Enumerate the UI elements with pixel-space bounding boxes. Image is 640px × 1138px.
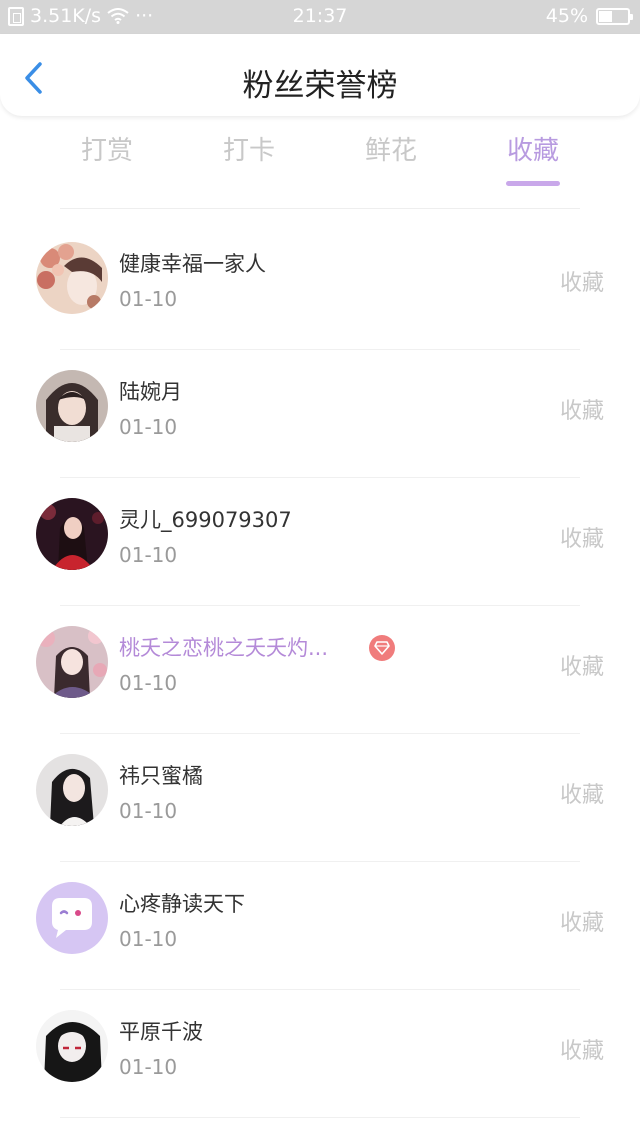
list-item[interactable]: 灵儿_699079307 01-10 收藏 [0,478,640,606]
fan-date: 01-10 [119,927,178,951]
favorite-label: 收藏 [559,399,604,424]
fan-date: 01-10 [119,1055,178,1079]
list-item[interactable]: 健康幸福一家人 01-10 收藏 [0,222,640,350]
list-item[interactable]: 祎只蜜橘 01-10 收藏 [0,734,640,862]
avatar-blossom-portrait [36,626,108,698]
favorite-label: 收藏 [559,911,604,936]
tab-flowers[interactable]: 鲜花 [320,130,462,167]
favorite-label: 收藏 [559,527,604,552]
list-item[interactable]: 心疼静读天下 01-10 收藏 [0,862,640,990]
fan-name: 心疼静读天下 [119,892,245,916]
fan-date: 01-10 [119,671,178,695]
list-item[interactable]: 平原千波 01-10 收藏 [0,990,640,1118]
divider [60,1117,580,1118]
avatar-floral-portrait [36,242,108,314]
list-item[interactable]: 陆婉月 01-10 收藏 [0,350,640,478]
vip-badge [369,635,395,661]
fan-name: 陆婉月 [119,380,182,404]
fan-name: 灵儿_699079307 [119,508,292,532]
favorite-label: 收藏 [559,655,604,680]
tab-checkin[interactable]: 打卡 [178,130,320,167]
list-item[interactable]: 桃夭之恋桃之夭夭灼... 01-10 收藏 [0,606,640,734]
tab-tips[interactable]: 打赏 [36,130,178,167]
avatar-default-chat [36,882,108,954]
active-tab-indicator [506,181,560,186]
favorite-label: 收藏 [559,783,604,808]
battery-icon [596,7,633,25]
nav-header: 粉丝荣誉榜 [0,34,640,116]
avatar-red-dress-portrait [36,498,108,570]
tab-favorites[interactable]: 收藏 [462,130,604,167]
battery-percent: 45% [545,5,588,27]
avatar-girl-portrait [36,370,108,442]
fan-name: 桃夭之恋桃之夭夭灼... [119,636,329,660]
avatar-dark-hair-portrait [36,754,108,826]
fan-name: 平原千波 [119,1020,203,1044]
avatar-anime-portrait [36,1010,108,1082]
divider [60,208,580,209]
page-title: 粉丝荣誉榜 [242,68,398,104]
fan-date: 01-10 [119,287,178,311]
fan-date: 01-10 [119,799,178,823]
favorite-label: 收藏 [559,1039,604,1064]
fan-name: 祎只蜜橘 [119,764,203,788]
fan-date: 01-10 [119,543,178,567]
fan-name: 健康幸福一家人 [119,252,266,276]
status-bar: 3.51K/s ··· 21:37 45% [0,0,640,34]
favorite-label: 收藏 [559,271,604,296]
clock: 21:37 [292,5,348,27]
tab-bar: 打赏 打卡 鲜花 收藏 [0,130,640,190]
status-right: 45% [545,5,633,27]
fan-date: 01-10 [119,415,178,439]
diamond-icon [374,641,390,655]
